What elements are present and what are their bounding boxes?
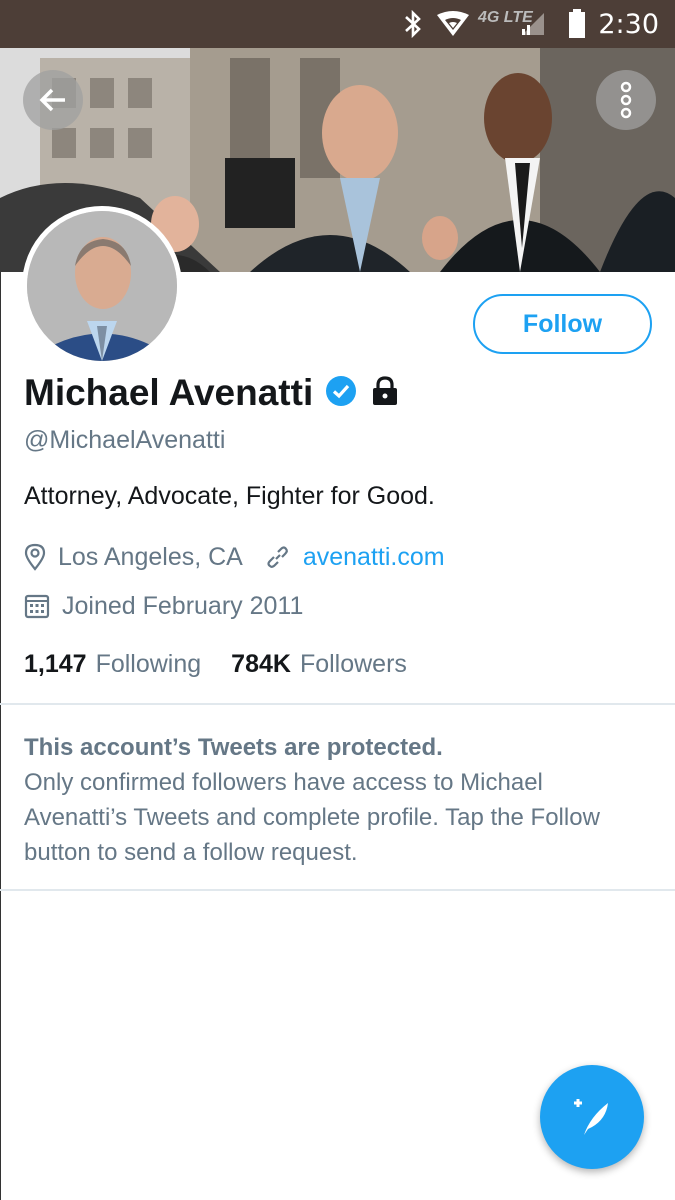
bluetooth-icon bbox=[402, 0, 424, 48]
website-link[interactable]: avenatti.com bbox=[303, 543, 445, 572]
profile-bio: Attorney, Advocate, Fighter for Good. bbox=[24, 482, 435, 510]
divider bbox=[0, 889, 675, 891]
profile-meta-location: Los Angeles, CA avenatti.com bbox=[24, 540, 445, 574]
profile-name-row: Michael Avenatti bbox=[24, 370, 399, 416]
clock: 2:30 bbox=[598, 8, 659, 40]
lock-icon bbox=[371, 375, 399, 411]
follow-button[interactable]: Follow bbox=[473, 294, 652, 354]
followers-stat[interactable]: 784K Followers bbox=[231, 650, 407, 679]
following-stat[interactable]: 1,147 Following bbox=[24, 650, 201, 679]
divider bbox=[0, 703, 675, 705]
battery-icon bbox=[568, 0, 586, 48]
link-icon bbox=[265, 544, 291, 570]
following-count: 1,147 bbox=[24, 649, 87, 678]
avatar[interactable] bbox=[22, 206, 182, 366]
profile-meta-joined: Joined February 2011 bbox=[24, 589, 303, 623]
verified-badge-icon bbox=[325, 375, 357, 412]
compose-feather-icon bbox=[574, 1099, 608, 1135]
calendar-icon bbox=[24, 593, 50, 619]
followers-count: 784K bbox=[231, 649, 291, 678]
profile-handle: @MichaelAvenatti bbox=[24, 426, 226, 454]
following-label: Following bbox=[95, 649, 202, 678]
protected-notice-title: This account’s Tweets are protected. bbox=[24, 734, 443, 761]
more-vertical-icon bbox=[620, 81, 632, 119]
compose-tweet-button[interactable] bbox=[540, 1065, 644, 1169]
location-pin-icon bbox=[24, 543, 46, 571]
wifi-icon bbox=[436, 0, 470, 48]
protected-notice: This account’s Tweets are protected. Onl… bbox=[24, 730, 644, 870]
status-bar: 4G LTE 2:30 bbox=[0, 0, 675, 48]
back-button[interactable] bbox=[23, 70, 83, 130]
followers-label: Followers bbox=[299, 649, 407, 678]
profile-stats: 1,147 Following 784K Followers bbox=[24, 646, 407, 682]
protected-notice-body: Only confirmed followers have access to … bbox=[24, 769, 600, 866]
signal-icon bbox=[520, 0, 546, 48]
display-name: Michael Avenatti bbox=[24, 372, 314, 413]
joined-date: Joined February 2011 bbox=[62, 591, 304, 620]
more-options-button[interactable] bbox=[596, 70, 656, 130]
location-text: Los Angeles, CA bbox=[58, 542, 243, 571]
back-arrow-icon bbox=[39, 88, 65, 112]
